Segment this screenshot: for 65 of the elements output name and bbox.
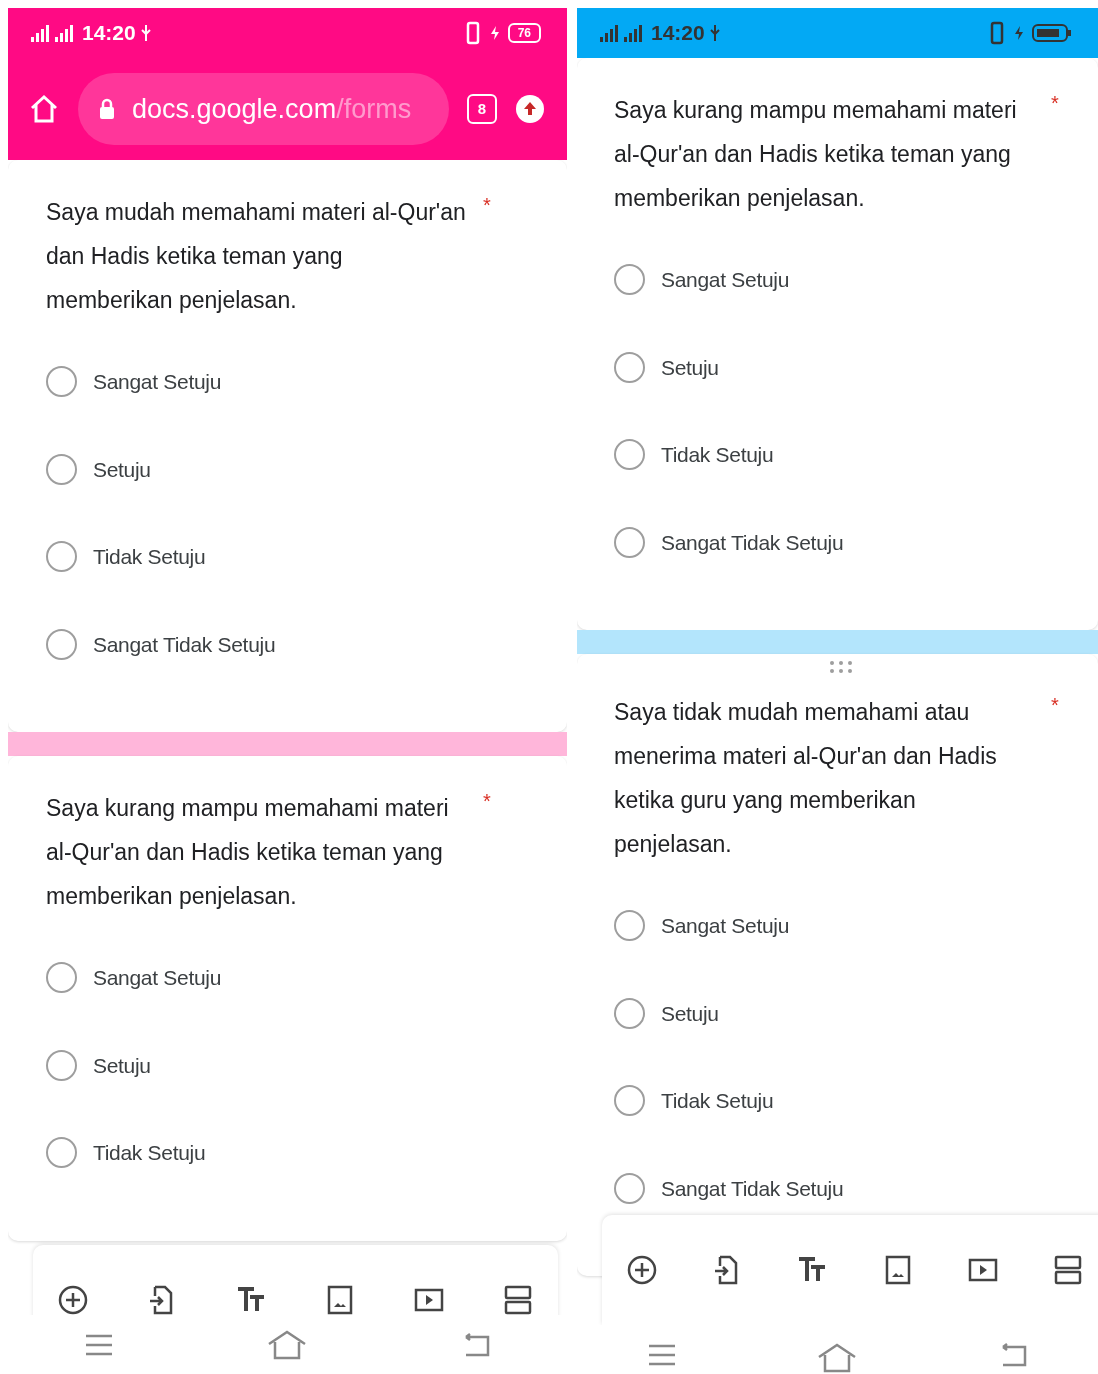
required-mark: *: [483, 193, 491, 218]
option-label: Setuju: [661, 354, 719, 381]
radio-button[interactable]: [614, 997, 645, 1029]
option-label: Tidak Setuju: [93, 544, 206, 570]
menu-icon[interactable]: [85, 1332, 114, 1357]
option-label: Tidak Setuju: [661, 442, 774, 468]
vibrate-icon: [988, 21, 1006, 45]
option-label: Sangat Setuju: [93, 369, 222, 395]
option-label: Setuju: [661, 1000, 719, 1027]
radio-button[interactable]: [46, 541, 77, 573]
add-circle-icon[interactable]: [626, 1254, 658, 1286]
question-text: Saya tidak mudah memahami atau menerima materi al-Qur'an dan Hadis ketika guru yang memberikan penjelasan.: [614, 698, 998, 859]
radio-button[interactable]: [46, 453, 77, 485]
required-mark: *: [1051, 693, 1059, 718]
url-text: docs.google.com/forms: [132, 92, 412, 126]
section-icon[interactable]: [502, 1284, 534, 1315]
home-icon[interactable]: [28, 93, 60, 125]
radio-button[interactable]: [46, 1049, 77, 1081]
tab-count-button[interactable]: 8: [467, 94, 497, 124]
option-label: Setuju: [93, 1052, 151, 1079]
question-text: Saya kurang mampu memahami materi al-Qur'an dan Hadis ketika teman yang memberikan penjelasan.: [614, 96, 1018, 213]
option-label: Sangat Tidak Setuju: [661, 529, 844, 556]
radio-button[interactable]: [614, 1085, 645, 1117]
radio-button[interactable]: [614, 1172, 645, 1204]
question-text: Saya kurang mampu memahami materi al-Qur'an dan Hadis ketika teman yang memberikan penjelasan.: [46, 794, 450, 911]
radio-button[interactable]: [614, 910, 645, 942]
signal-icon: [623, 23, 643, 43]
option-label: Sangat Tidak Setuju: [93, 631, 276, 658]
option-label: Sangat Tidak Setuju: [661, 1175, 844, 1202]
option-label: Tidak Setuju: [661, 1088, 774, 1114]
radio-button[interactable]: [46, 962, 77, 994]
signal-icon: [30, 23, 50, 43]
option-label: Tidak Setuju: [93, 1140, 206, 1166]
option-label: Sangat Setuju: [661, 267, 790, 293]
option-label: Sangat Setuju: [93, 965, 222, 991]
usb-icon: [139, 24, 152, 42]
radio-button[interactable]: [614, 526, 645, 558]
radio-button[interactable]: [46, 1137, 77, 1169]
battery-icon: [1032, 23, 1072, 43]
drag-handle-icon[interactable]: [829, 660, 853, 674]
signal-icon: [54, 23, 74, 43]
address-bar[interactable]: docs.google.com/forms: [78, 73, 449, 145]
option-label: Sangat Setuju: [661, 913, 790, 939]
radio-button[interactable]: [46, 366, 77, 398]
usb-icon: [708, 24, 721, 42]
radio-button[interactable]: [614, 439, 645, 471]
battery-indicator: 76: [507, 23, 541, 43]
charging-icon: [489, 25, 500, 41]
home-icon[interactable]: [817, 1343, 858, 1373]
charging-icon: [1014, 25, 1024, 41]
lock-icon: [98, 97, 116, 121]
radio-button[interactable]: [614, 264, 645, 296]
question-text: Saya mudah memahami materi al-Qur'an dan Hadis ketika teman yang memberikan penjelasan.: [46, 198, 467, 315]
menu-icon[interactable]: [647, 1343, 676, 1367]
signal-icon: [599, 23, 619, 43]
required-mark: *: [483, 789, 491, 814]
upload-icon[interactable]: [515, 94, 545, 124]
add-circle-icon[interactable]: [57, 1284, 89, 1315]
radio-button[interactable]: [46, 628, 77, 660]
option-label: Setuju: [93, 456, 151, 483]
home-icon[interactable]: [267, 1329, 308, 1360]
required-mark: *: [1051, 91, 1059, 116]
radio-button[interactable]: [614, 351, 645, 383]
status-time: 14:20: [82, 20, 136, 47]
status-time: 14:20: [651, 20, 705, 47]
